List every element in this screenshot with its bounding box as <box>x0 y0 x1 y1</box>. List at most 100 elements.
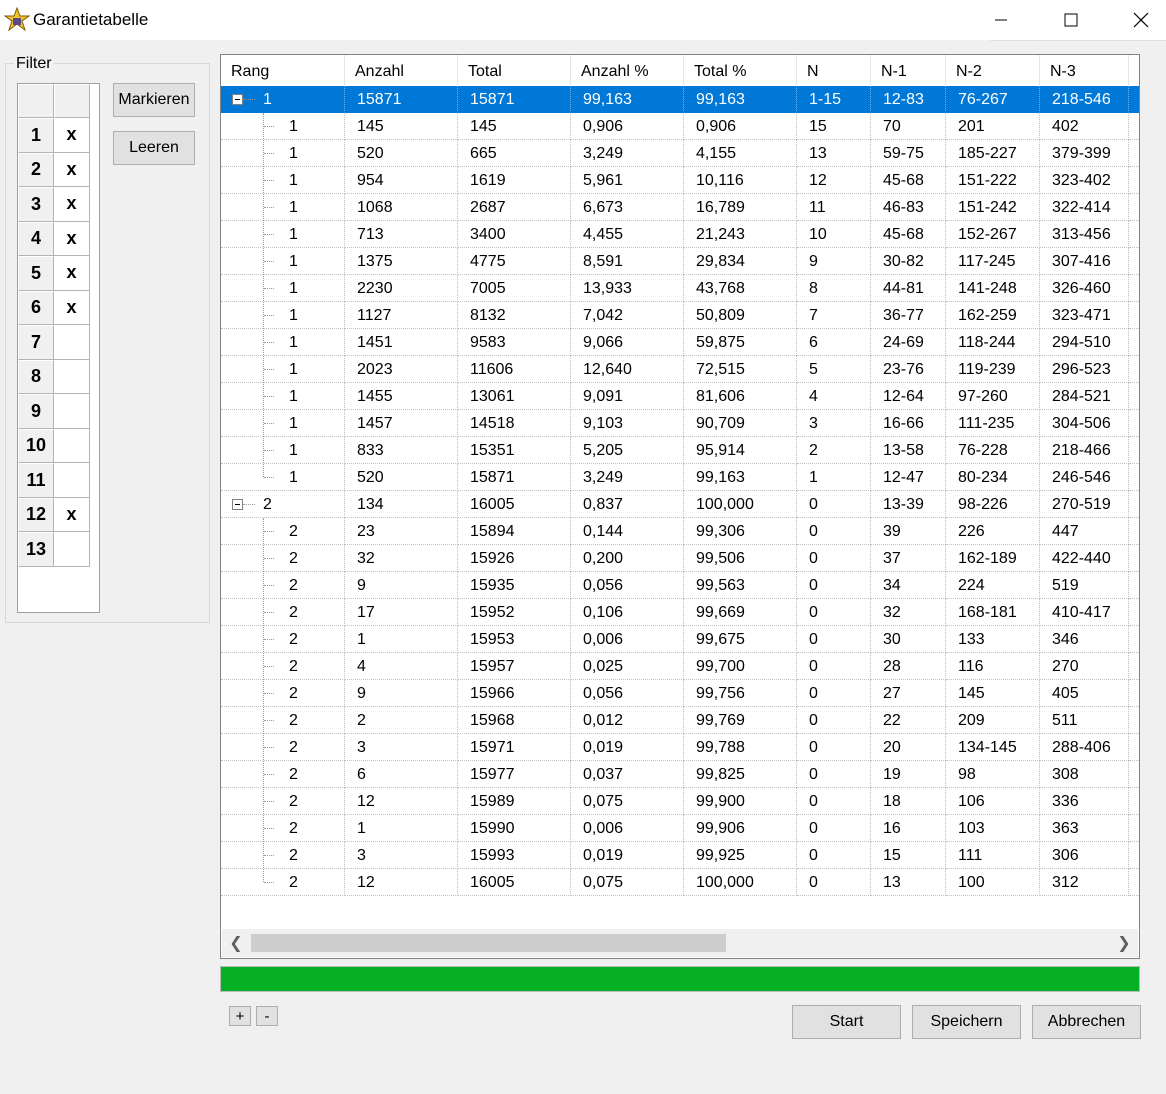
table-row[interactable]: 1 1451 9583 9,066 59,875 6 24-69 118-244 294-510 <box>221 329 1139 356</box>
save-button[interactable]: Speichern <box>912 1005 1021 1039</box>
column-header[interactable]: Anzahl <box>345 55 458 87</box>
filter-row-mark[interactable]: x <box>54 497 90 532</box>
filter-row-number[interactable]: 3 <box>18 187 54 222</box>
table-row[interactable]: 1 954 1619 5,961 10,116 12 45-68 151-222 323-402 <box>221 167 1139 194</box>
table-row[interactable]: 2 9 15935 0,056 99,563 0 34 224 519 <box>221 572 1139 599</box>
table-row[interactable]: 1 1068 2687 6,673 16,789 11 46-83 151-242 322-41… <box>221 194 1139 221</box>
table-row[interactable]: 2 3 15971 0,019 99,788 0 20 134-145 288-406 <box>221 734 1139 761</box>
cell-n: 1 <box>797 464 871 491</box>
cell-total-pct: 50,809 <box>684 302 797 329</box>
filter-row-mark[interactable] <box>54 428 90 463</box>
filter-grid[interactable]: 1 x 2 x 3 x 4 x 5 x 6 x 7 8 9 10 11 12 x 13 <box>17 83 100 613</box>
table-row[interactable]: 1 2230 7005 13,933 43,768 8 44-81 141-248 326-46… <box>221 275 1139 302</box>
filter-row-number[interactable]: 13 <box>18 532 54 567</box>
table-row[interactable]: 1 520 665 3,249 4,155 13 59-75 185-227 379-399 <box>221 140 1139 167</box>
table-row[interactable]: 1 1375 4775 8,591 29,834 9 30-82 117-245 307-416 <box>221 248 1139 275</box>
collapse-node-icon[interactable] <box>232 499 243 510</box>
minimize-button[interactable] <box>966 0 1036 40</box>
table-row[interactable]: 2 1 15953 0,006 99,675 0 30 133 346 <box>221 626 1139 653</box>
column-header[interactable]: N-2 <box>946 55 1040 87</box>
table-row[interactable]: 1 1455 13061 9,091 81,606 4 12-64 97-260 284-521 <box>221 383 1139 410</box>
column-header[interactable]: N-1 <box>871 55 946 87</box>
filter-row-number[interactable]: 8 <box>18 359 54 394</box>
table-row[interactable]: 1 520 15871 3,249 99,163 1 12-47 80-234 246-546 <box>221 464 1139 491</box>
table-row[interactable]: 1 1127 8132 7,042 50,809 7 36-77 162-259 323-471 <box>221 302 1139 329</box>
column-header[interactable]: Rang <box>221 55 345 87</box>
table-row[interactable]: 1 833 15351 5,205 95,914 2 13-58 76-228 218-466 <box>221 437 1139 464</box>
scrollbar-thumb[interactable] <box>251 934 726 952</box>
maximize-button[interactable] <box>1036 0 1106 40</box>
cell-rang: 2 <box>221 518 345 545</box>
table-row[interactable]: 2 9 15966 0,056 99,756 0 27 145 405 <box>221 680 1139 707</box>
table-row[interactable]: 2 134 16005 0,837 100,000 0 13-39 98-226 270-519 <box>221 491 1139 518</box>
cell-anzahl: 12 <box>345 788 458 815</box>
cancel-button[interactable]: Abbrechen <box>1032 1005 1141 1039</box>
table-row[interactable]: 1 2023 11606 12,640 72,515 5 23-76 119-239 296-5… <box>221 356 1139 383</box>
cell-n1: 44-81 <box>871 275 946 302</box>
cell-anzahl: 145 <box>345 113 458 140</box>
collapse-all-button[interactable]: - <box>256 1006 278 1026</box>
cell-n: 3 <box>797 410 871 437</box>
filter-row-number[interactable]: 9 <box>18 394 54 429</box>
table-row[interactable]: 1 15871 15871 99,163 99,163 1-15 12-83 76-267 21… <box>221 86 1139 113</box>
scroll-right-icon[interactable]: ❯ <box>1113 929 1135 957</box>
cell-anzahl: 2023 <box>345 356 458 383</box>
table-row[interactable]: 2 2 15968 0,012 99,769 0 22 209 511 <box>221 707 1139 734</box>
start-button[interactable]: Start <box>792 1005 901 1039</box>
filter-row-mark[interactable] <box>54 463 90 498</box>
mark-button[interactable]: Markieren <box>113 83 195 117</box>
table-row[interactable]: 2 1 15990 0,006 99,906 0 16 103 363 <box>221 815 1139 842</box>
filter-row-mark[interactable]: x <box>54 152 90 187</box>
cell-total: 15968 <box>458 707 571 734</box>
filter-row-number[interactable]: 4 <box>18 221 54 256</box>
table-row[interactable]: 2 12 15989 0,075 99,900 0 18 106 336 <box>221 788 1139 815</box>
filter-row-number[interactable]: 2 <box>18 152 54 187</box>
filter-row-number[interactable]: 12 <box>18 497 54 532</box>
filter-row-number[interactable]: 5 <box>18 256 54 291</box>
cell-total-pct: 99,506 <box>684 545 797 572</box>
filter-row-mark[interactable] <box>54 532 90 567</box>
table-row[interactable]: 2 17 15952 0,106 99,669 0 32 168-181 410-417 <box>221 599 1139 626</box>
column-header[interactable]: Total <box>458 55 571 87</box>
table-row[interactable]: 2 32 15926 0,200 99,506 0 37 162-189 422-440 <box>221 545 1139 572</box>
guarantee-table[interactable]: Rang Anzahl Total Anzahl % Total % N N-1 N-2 N-3… <box>220 54 1140 959</box>
table-row[interactable]: 1 713 3400 4,455 21,243 10 45-68 152-267 313-456 <box>221 221 1139 248</box>
filter-row-number[interactable]: 1 <box>18 118 54 153</box>
filter-row-mark[interactable]: x <box>54 187 90 222</box>
clear-button[interactable]: Leeren <box>113 131 195 165</box>
column-header[interactable]: N <box>797 55 871 87</box>
filter-row-number[interactable]: 6 <box>18 290 54 325</box>
filter-row-number[interactable]: 11 <box>18 463 54 498</box>
close-button[interactable] <box>1106 0 1166 40</box>
filter-row-mark[interactable] <box>54 359 90 394</box>
column-header[interactable]: Total % <box>684 55 797 87</box>
cell-n: 0 <box>797 869 871 896</box>
filter-row-mark[interactable] <box>54 394 90 429</box>
table-row[interactable]: 1 145 145 0,906 0,906 15 70 201 402 <box>221 113 1139 140</box>
expand-all-button[interactable]: + <box>229 1006 251 1026</box>
table-row[interactable]: 2 12 16005 0,075 100,000 0 13 100 312 <box>221 869 1139 896</box>
cell-n1: 45-68 <box>871 167 946 194</box>
filter-row-mark[interactable]: x <box>54 256 90 291</box>
table-row[interactable]: 2 3 15993 0,019 99,925 0 15 111 306 <box>221 842 1139 869</box>
table-row[interactable]: 2 6 15977 0,037 99,825 0 19 98 308 <box>221 761 1139 788</box>
collapse-node-icon[interactable] <box>232 94 243 105</box>
filter-row-mark[interactable]: x <box>54 118 90 153</box>
filter-row-number[interactable]: 7 <box>18 325 54 360</box>
filter-row-mark[interactable]: x <box>54 221 90 256</box>
filter-row-mark[interactable]: x <box>54 290 90 325</box>
cell-n3: 270 <box>1040 653 1129 680</box>
table-row[interactable]: 2 23 15894 0,144 99,306 0 39 226 447 <box>221 518 1139 545</box>
cell-total: 3400 <box>458 221 571 248</box>
column-header[interactable]: N <box>1129 55 1139 87</box>
table-row[interactable]: 1 1457 14518 9,103 90,709 3 16-66 111-235 304-50… <box>221 410 1139 437</box>
column-header[interactable]: N-3 <box>1040 55 1129 87</box>
column-header[interactable]: Anzahl % <box>571 55 684 87</box>
horizontal-scrollbar[interactable]: ❮ ❯ <box>222 929 1138 957</box>
scroll-left-icon[interactable]: ❮ <box>225 929 247 957</box>
filter-row-mark[interactable] <box>54 325 90 360</box>
table-row[interactable]: 2 4 15957 0,025 99,700 0 28 116 270 <box>221 653 1139 680</box>
cell-anzahl: 17 <box>345 599 458 626</box>
filter-row-number[interactable]: 10 <box>18 428 54 463</box>
rang-value: 2 <box>289 820 298 837</box>
